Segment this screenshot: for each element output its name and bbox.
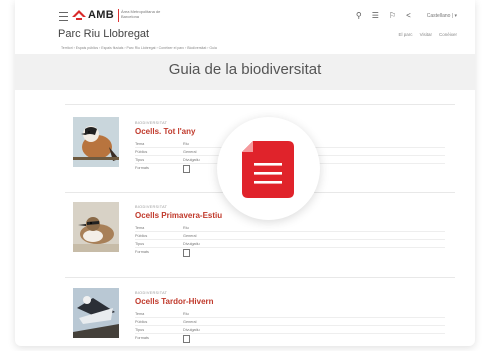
subnav-link-3[interactable]: Conèixer xyxy=(439,32,457,37)
amb-logo-icon[interactable] xyxy=(72,10,86,20)
pdf-download-icon[interactable] xyxy=(183,335,190,343)
divider xyxy=(65,104,455,105)
document-badge[interactable] xyxy=(217,117,320,220)
sub-header: Parc Riu Llobregat El parc Visitar Conèi… xyxy=(15,24,475,46)
logo-text[interactable]: AMB xyxy=(88,9,114,21)
search-icon[interactable]: ⚲ xyxy=(356,10,362,22)
meta-table: Tema Riu Públics General Tipus Divulgatiu F… xyxy=(135,310,445,343)
meta-row: Formats xyxy=(135,248,445,257)
title-band: Guia de la biodiversitat xyxy=(15,54,475,90)
logo-subtitle: Àrea Metropolitana de Barcelona xyxy=(121,9,161,19)
sub-nav: El parc Visitar Conèixer xyxy=(399,32,457,37)
subnav-link-1[interactable]: El parc xyxy=(399,32,413,37)
top-icons: ⚲ ☰ ⚐ < Castellano | ▾ xyxy=(356,10,457,22)
meta-row: Tipus Divulgatiu xyxy=(135,326,445,334)
meta-row: Formats xyxy=(135,334,445,343)
pdf-download-icon[interactable] xyxy=(183,165,190,173)
meta-row: Públics General xyxy=(135,232,445,240)
meta-row: Tema Riu xyxy=(135,310,445,318)
logo-divider xyxy=(118,9,119,22)
page-title: Guia de la biodiversitat xyxy=(168,61,322,78)
language-select[interactable]: Castellano | ▾ xyxy=(427,10,457,22)
bird-photo[interactable] xyxy=(73,288,119,338)
document-icon xyxy=(242,141,294,198)
breadcrumb-text[interactable]: Territori › Espais públics › Espais fluv… xyxy=(61,46,217,50)
category-tag: BIODIVERSITAT xyxy=(135,205,168,209)
meta-row: Tipus Divulgatiu xyxy=(135,240,445,248)
menu-icon[interactable] xyxy=(59,12,68,21)
divider xyxy=(65,277,455,278)
bird-photo[interactable] xyxy=(73,202,119,252)
bird-photo[interactable] xyxy=(73,117,119,167)
meta-table: Tema Riu Públics General Tipus Divulgatiu F… xyxy=(135,224,445,257)
meta-row: Tema Riu xyxy=(135,224,445,232)
park-title[interactable]: Parc Riu Llobregat xyxy=(58,28,149,40)
breadcrumb: Territori › Espais públics › Espais fluv… xyxy=(15,44,475,53)
list-item: BIODIVERSITAT Ocells Tardor-Hivern Tema R… xyxy=(73,288,453,346)
category-tag: BIODIVERSITAT xyxy=(135,121,168,125)
category-tag: BIODIVERSITAT xyxy=(135,291,168,295)
subnav-link-2[interactable]: Visitar xyxy=(420,32,432,37)
pdf-download-icon[interactable] xyxy=(183,249,190,257)
pin-icon[interactable]: ⚐ xyxy=(389,10,396,22)
grid-icon[interactable]: ☰ xyxy=(372,10,379,22)
entry-title[interactable]: Ocells. Tot l'any xyxy=(135,127,195,136)
entry-title[interactable]: Ocells Primavera-Estiu xyxy=(135,211,222,220)
meta-row: Públics General xyxy=(135,318,445,326)
share-icon[interactable]: < xyxy=(406,10,411,22)
entry-title[interactable]: Ocells Tardor-Hivern xyxy=(135,297,214,306)
